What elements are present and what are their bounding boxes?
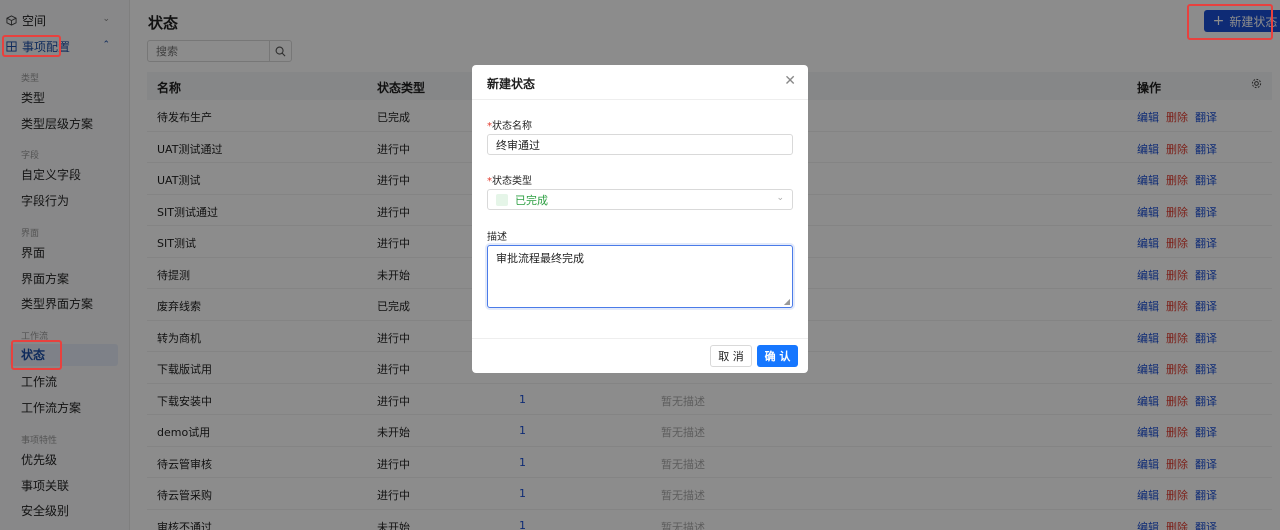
- description-textarea[interactable]: 审批流程最终完成 ◢: [487, 245, 793, 308]
- close-icon[interactable]: ✕: [784, 73, 796, 89]
- resize-handle-icon[interactable]: ◢: [784, 297, 790, 306]
- status-type-value: 已完成: [515, 193, 548, 207]
- highlight-status: [11, 340, 62, 370]
- new-status-modal: 新建状态 ✕ *状态名称 终审通过 *状态类型 已完成 ⌄ 描述 审批流程最终完…: [472, 65, 808, 373]
- status-name-value: 终审通过: [496, 138, 540, 152]
- status-type-label-text: 状态类型: [492, 176, 532, 187]
- status-name-input[interactable]: 终审通过: [487, 134, 793, 155]
- cancel-button[interactable]: 取 消: [710, 345, 752, 367]
- highlight-new-button: [1187, 4, 1273, 40]
- status-name-label: *状态名称: [487, 117, 532, 132]
- modal-header: 新建状态 ✕: [472, 65, 808, 100]
- description-value: 审批流程最终完成: [496, 252, 584, 265]
- status-color-swatch: [496, 193, 508, 206]
- modal-title: 新建状态: [487, 77, 536, 91]
- modal-footer: 取 消 确 认: [472, 338, 808, 373]
- status-type-select[interactable]: 已完成 ⌄: [487, 189, 793, 210]
- confirm-button[interactable]: 确 认: [757, 345, 798, 367]
- chevron-down-icon: ⌄: [776, 193, 784, 203]
- description-label: 描述: [487, 232, 507, 243]
- highlight-config: [2, 35, 61, 57]
- status-type-label: *状态类型: [487, 172, 532, 187]
- status-name-label-text: 状态名称: [492, 121, 532, 132]
